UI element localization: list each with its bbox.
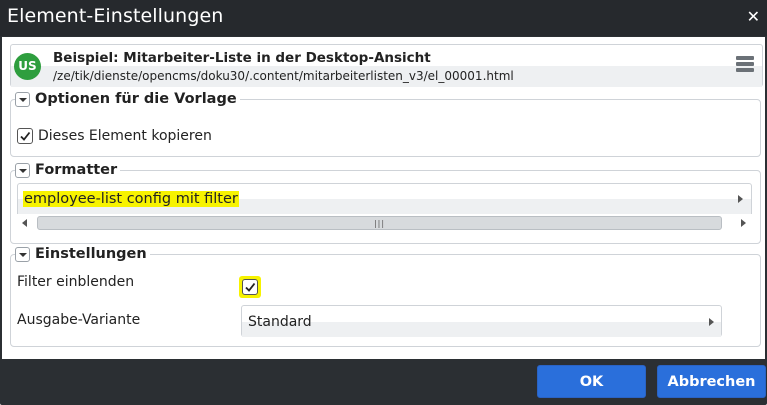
resource-path: /ze/tik/dienste/opencms/doku30/.content/… bbox=[53, 69, 514, 83]
resource-info: US Beispiel: Mitarbeiter-Liste in der De… bbox=[10, 44, 763, 87]
scroll-right-icon[interactable] bbox=[741, 219, 746, 227]
formatter-select[interactable]: employee-list config mit filter bbox=[17, 183, 752, 214]
chevron-right-icon bbox=[709, 318, 714, 326]
scrollbar-thumb[interactable]: ||| bbox=[37, 216, 722, 230]
formatter-section: Formatter employee-list config mit filte… bbox=[10, 162, 761, 244]
grip-icon: ||| bbox=[373, 219, 386, 228]
output-variant-select[interactable]: Standard bbox=[241, 305, 722, 337]
settings-legend: Einstellungen bbox=[35, 246, 147, 262]
output-variant-label: Ausgabe-Variante bbox=[17, 312, 141, 328]
scroll-left-icon[interactable] bbox=[22, 219, 27, 227]
resource-title: Beispiel: Mitarbeiter-Liste in der Deskt… bbox=[53, 50, 431, 66]
cancel-button[interactable]: Abbrechen bbox=[657, 365, 766, 398]
copy-element-checkbox[interactable] bbox=[17, 128, 33, 144]
resource-type-badge: US bbox=[14, 53, 41, 80]
output-variant-value: Standard bbox=[248, 314, 312, 330]
template-options-section: Optionen für die Vorlage Dieses Element … bbox=[10, 91, 761, 157]
template-options-legend: Optionen für die Vorlage bbox=[35, 91, 237, 107]
collapse-toggle-icon[interactable] bbox=[15, 162, 30, 178]
copy-element-label: Dieses Element kopieren bbox=[38, 128, 212, 144]
formatter-horizontal-scrollbar[interactable]: ||| bbox=[17, 215, 752, 231]
formatter-selected-value: employee-list config mit filter bbox=[23, 191, 239, 207]
settings-section: Einstellungen Filter einblenden Ausgabe-… bbox=[10, 246, 761, 347]
collapse-toggle-icon[interactable] bbox=[15, 246, 30, 262]
element-settings-dialog: Element-Einstellungen ✕ US Beispiel: Mit… bbox=[0, 0, 767, 405]
formatter-legend: Formatter bbox=[35, 162, 118, 178]
dialog-content: US Beispiel: Mitarbeiter-Liste in der De… bbox=[2, 37, 765, 359]
menu-icon[interactable] bbox=[736, 56, 754, 74]
dialog-titlebar[interactable]: Element-Einstellungen ✕ bbox=[0, 0, 767, 36]
show-filter-checkbox[interactable] bbox=[242, 279, 258, 295]
close-icon[interactable]: ✕ bbox=[747, 7, 760, 27]
dialog-title: Element-Einstellungen bbox=[7, 5, 224, 27]
ok-button[interactable]: OK bbox=[537, 365, 646, 398]
chevron-right-icon bbox=[738, 195, 743, 203]
show-filter-label: Filter einblenden bbox=[17, 274, 135, 290]
collapse-toggle-icon[interactable] bbox=[15, 91, 30, 107]
